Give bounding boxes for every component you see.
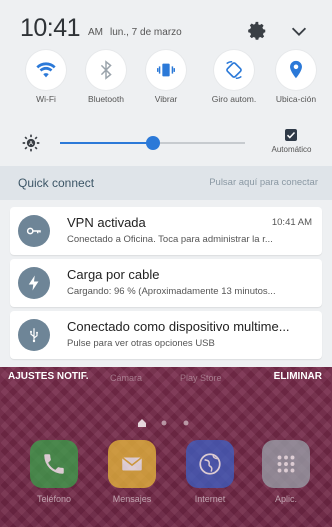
auto-brightness-checkbox[interactable] xyxy=(285,129,297,141)
qs-vibrate-label: Vibrar xyxy=(154,94,178,104)
notification-vpn[interactable]: VPN activada 10:41 AM Conectado a Oficin… xyxy=(10,207,322,255)
qs-bluetooth-label: Bluetooth xyxy=(88,94,124,104)
home-dock: Teléfono Mensajes Internet Aplic. xyxy=(0,440,332,527)
date-label: lun., 7 de marzo xyxy=(110,27,182,38)
qs-vibrate[interactable]: Vibrar xyxy=(136,50,196,120)
notification-title: VPN activada xyxy=(67,215,146,230)
page-dot xyxy=(160,414,168,426)
notification-usb[interactable]: Conectado como dispositivo multime... Pu… xyxy=(10,311,322,359)
notification-text: Pulse para ver otras opciones USB xyxy=(67,338,215,349)
location-icon xyxy=(276,50,316,90)
quick-settings-row: Wi-Fi Bluetooth Vibrar Giro autom. Ubica… xyxy=(0,50,332,120)
auto-brightness-label: Automático xyxy=(271,145,312,154)
notification-title: Carga por cable xyxy=(67,267,160,282)
home-indicator-icon xyxy=(138,414,146,427)
lightning-icon xyxy=(18,267,50,299)
notification-actions-bar: Cámara Play Store AJUSTES NOTIF. ELIMINA… xyxy=(0,367,332,387)
app-internet[interactable]: Internet xyxy=(180,440,240,504)
notification-charging[interactable]: Carga por cable Cargando: 96 % (Aproxima… xyxy=(10,259,322,307)
brightness-fill xyxy=(60,142,153,144)
app-phone[interactable]: Teléfono xyxy=(24,440,84,504)
brightness-icon: A xyxy=(21,133,41,153)
brightness-thumb[interactable] xyxy=(145,136,160,150)
clock-time: 10:41 xyxy=(20,14,81,42)
app-label: Internet xyxy=(194,494,226,504)
home-label-playstore: Play Store xyxy=(180,373,222,383)
notification-text: Cargando: 96 % (Aproximadamente 13 minut… xyxy=(67,286,276,297)
qs-bluetooth[interactable]: Bluetooth xyxy=(76,50,136,120)
qs-rotate-label: Giro autom. xyxy=(211,94,257,104)
message-icon xyxy=(108,440,156,488)
rotate-icon xyxy=(214,50,254,90)
wifi-icon xyxy=(26,50,66,90)
app-messages[interactable]: Mensajes xyxy=(102,440,162,504)
notification-title: Conectado como dispositivo multime... xyxy=(67,319,290,334)
qs-rotate[interactable]: Giro autom. xyxy=(204,50,264,120)
quick-connect-hint: Pulsar aquí para conectar xyxy=(209,177,318,188)
qs-location-label: Ubica-ción xyxy=(275,94,317,104)
quick-connect-title: Quick connect xyxy=(18,176,95,190)
qs-wifi-label: Wi-Fi xyxy=(36,94,56,104)
clock-ampm: AM xyxy=(88,27,103,38)
home-label-camera: Cámara xyxy=(110,373,143,383)
app-label: Aplic. xyxy=(274,494,297,504)
status-row: 10:41 AM lun., 7 de marzo xyxy=(0,10,332,44)
app-label: Teléfono xyxy=(36,494,72,504)
usb-icon xyxy=(18,319,50,351)
app-drawer[interactable]: Aplic. xyxy=(256,440,316,504)
notification-text: Conectado a Oficina. Toca para administr… xyxy=(67,234,273,245)
vibrate-icon xyxy=(146,50,186,90)
qs-wifi[interactable]: Wi-Fi xyxy=(16,50,76,120)
phone-icon xyxy=(30,440,78,488)
page-indicator xyxy=(138,414,198,427)
chevron-down-icon[interactable] xyxy=(288,20,310,42)
app-label: Mensajes xyxy=(112,494,152,504)
bluetooth-icon xyxy=(86,50,126,90)
brightness-slider[interactable] xyxy=(60,136,245,150)
notification-time: 10:41 AM xyxy=(271,217,312,228)
apps-icon xyxy=(262,440,310,488)
gear-icon[interactable] xyxy=(246,20,268,42)
notification-settings-button[interactable]: AJUSTES NOTIF. xyxy=(8,371,89,382)
clear-all-button[interactable]: ELIMINAR xyxy=(274,371,322,382)
brightness-row: A Automático xyxy=(0,127,332,161)
qs-location[interactable]: Ubica-ción xyxy=(266,50,326,120)
notification-shade: 10:41 AM lun., 7 de marzo Wi-Fi Bluetoot… xyxy=(0,0,332,367)
quick-connect-bar[interactable]: Quick connect Pulsar aquí para conectar xyxy=(0,166,332,200)
globe-icon xyxy=(186,440,234,488)
page-dot xyxy=(182,414,190,426)
key-icon xyxy=(18,215,50,247)
svg-text:A: A xyxy=(29,141,33,147)
